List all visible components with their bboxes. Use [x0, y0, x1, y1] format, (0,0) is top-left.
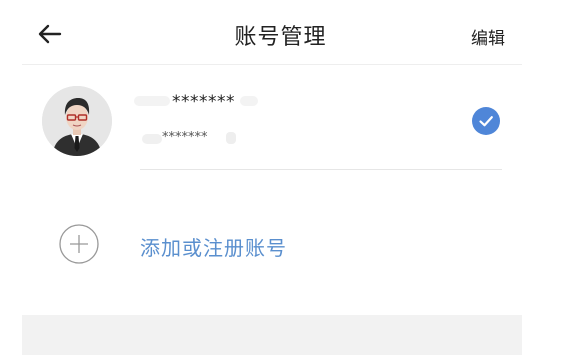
account-management-page: 账号管理 编辑 ******* ******* 添加或注册账号	[0, 0, 561, 355]
bottom-panel	[22, 315, 522, 355]
plus-circle-icon	[59, 224, 99, 264]
redacted-text-blur	[142, 134, 162, 144]
account-row[interactable]: ******* *******	[0, 66, 561, 172]
header: 账号管理 编辑	[0, 0, 561, 66]
account-username: *******	[172, 92, 235, 112]
user-avatar-icon	[42, 86, 112, 156]
check-icon	[479, 116, 493, 127]
add-account-label: 添加或注册账号	[140, 236, 287, 260]
redacted-text-blur	[226, 132, 236, 144]
selected-check[interactable]	[472, 107, 500, 135]
avatar	[42, 86, 112, 156]
account-subtext: *******	[162, 130, 208, 145]
row-divider	[140, 169, 502, 170]
edit-button[interactable]: 编辑	[471, 24, 505, 49]
redacted-text-blur	[240, 96, 258, 106]
add-account-row[interactable]: 添加或注册账号	[0, 210, 561, 280]
redacted-text-blur	[134, 96, 170, 106]
header-divider	[22, 64, 522, 65]
